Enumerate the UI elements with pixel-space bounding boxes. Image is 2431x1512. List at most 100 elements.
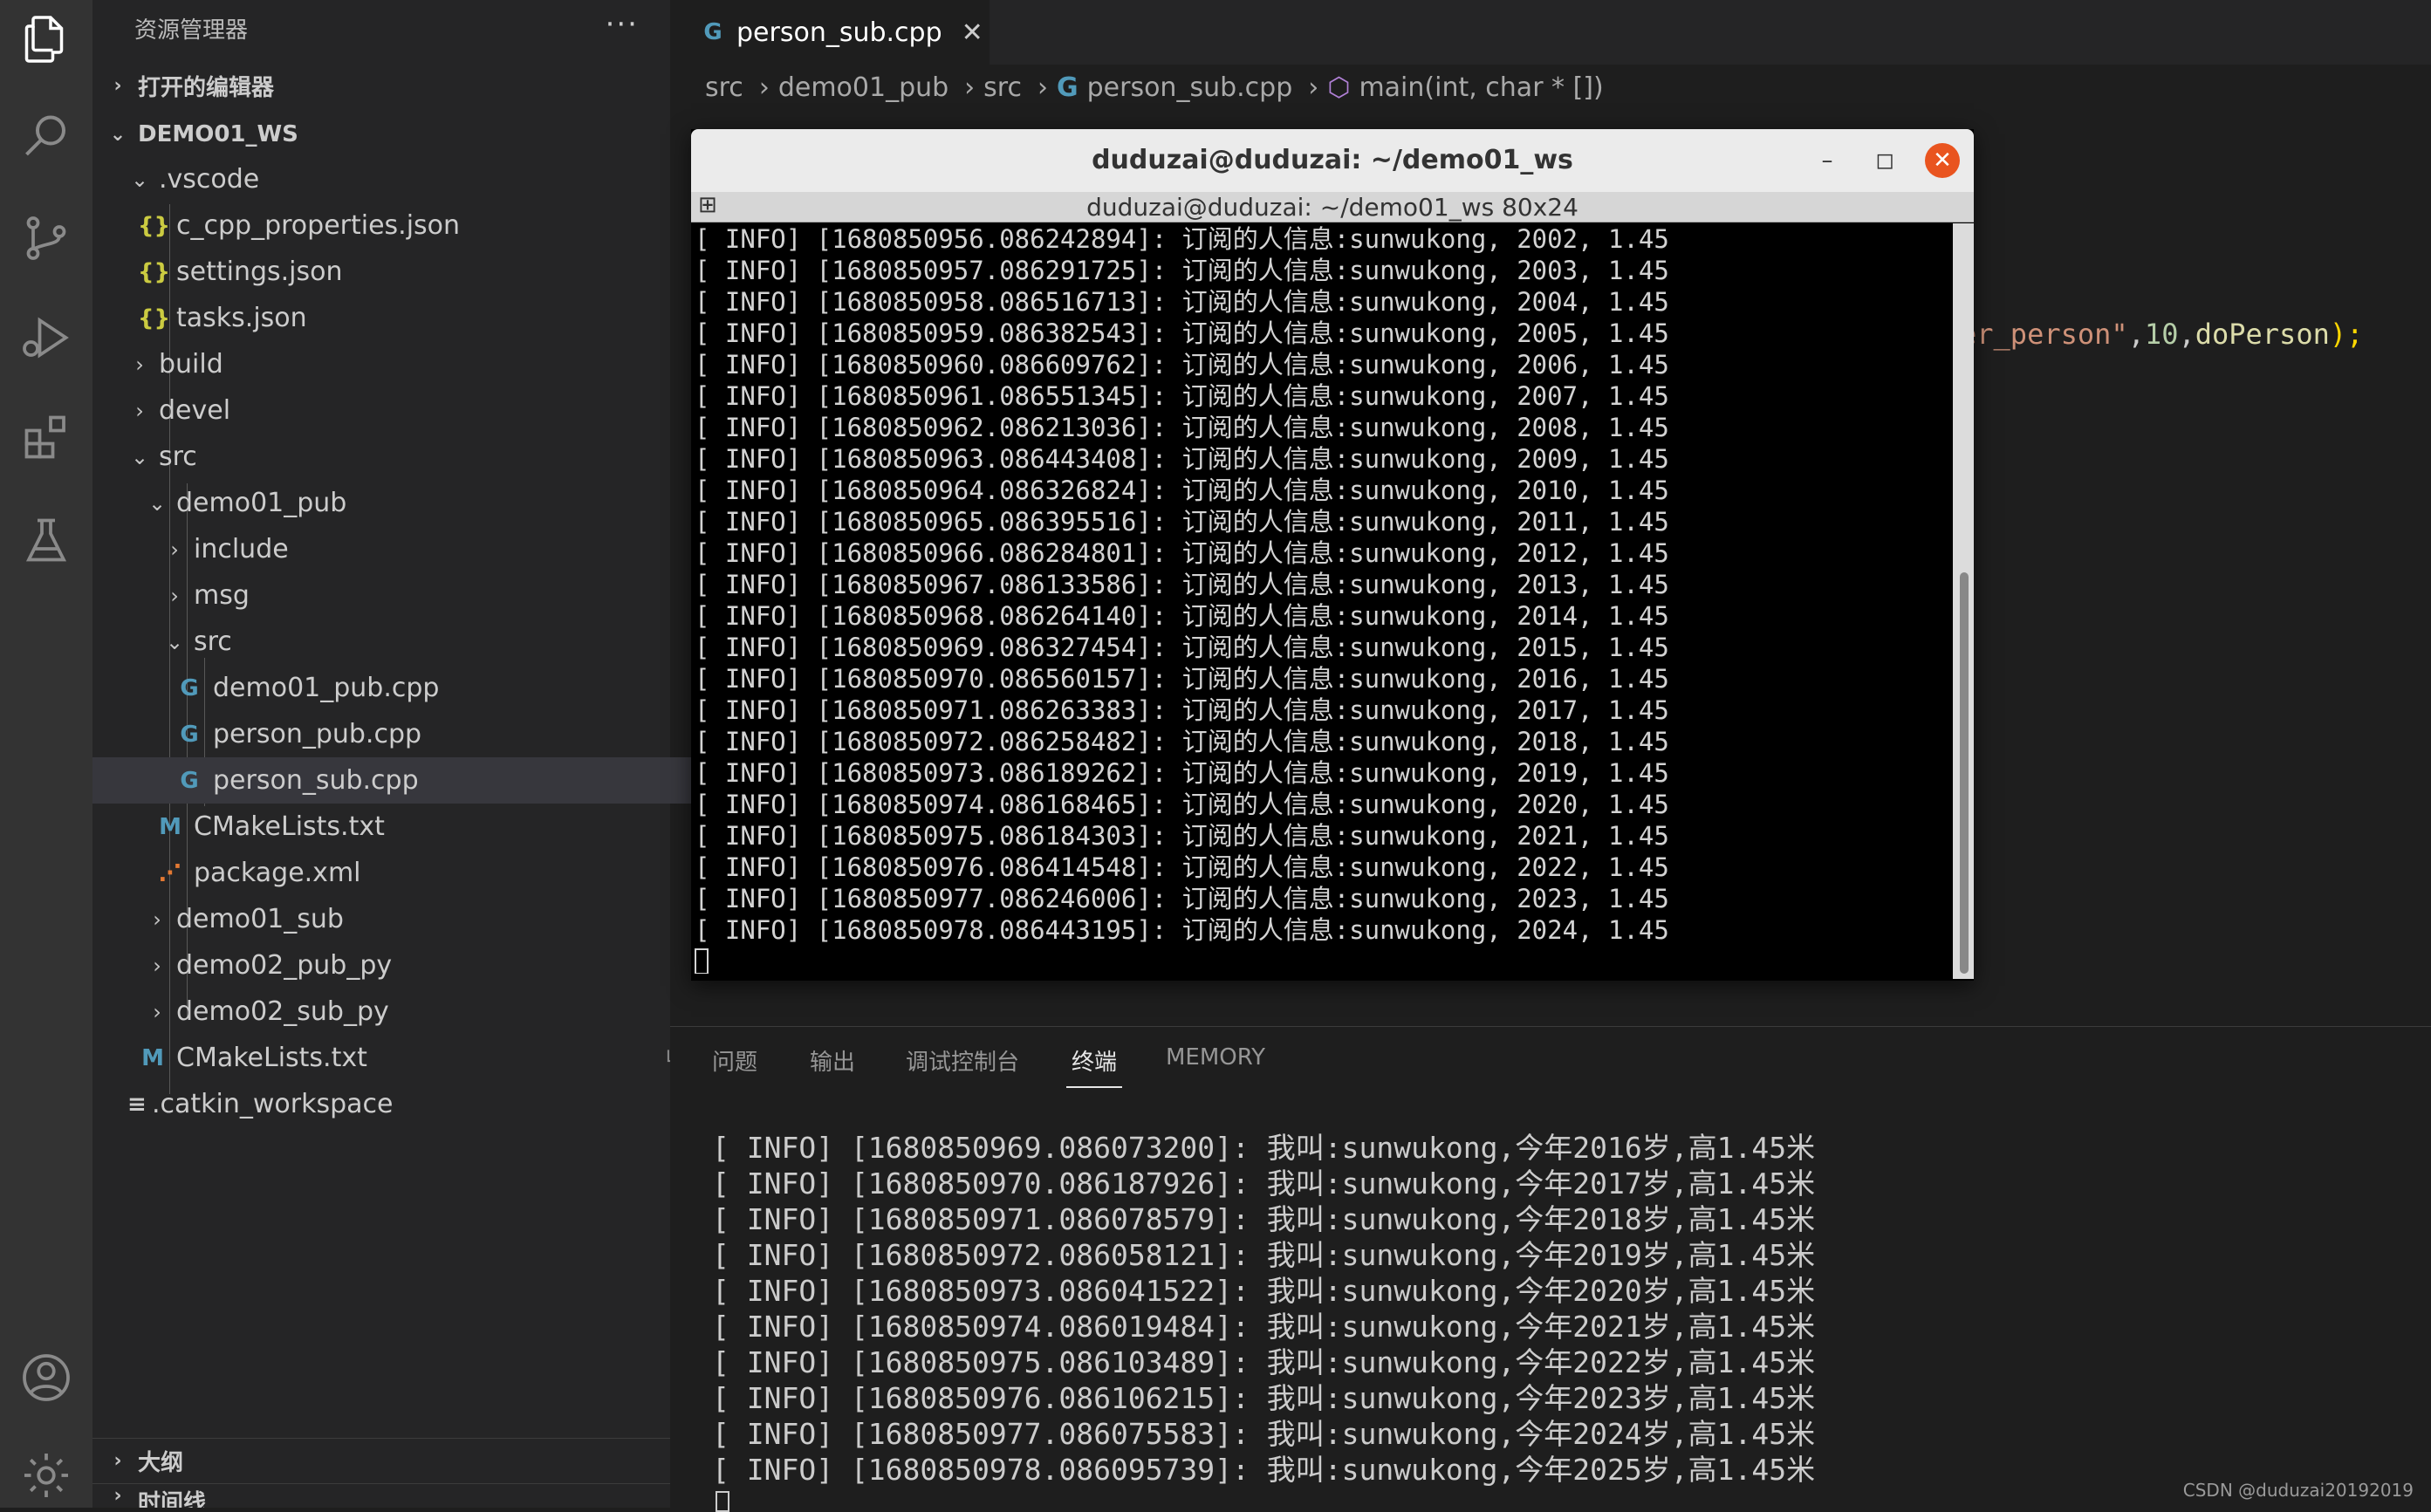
tree-file-package-xml[interactable]: ⋰ package.xml xyxy=(92,850,733,896)
terminal-line: [ INFO] [1680850957.086291725]: 订阅的人信息:s… xyxy=(695,256,1669,285)
cpp-file-icon: G xyxy=(180,767,199,794)
breadcrumb-item[interactable]: main(int, char * []) xyxy=(1359,72,1603,103)
code-punct: ); xyxy=(2329,318,2364,351)
chevron-down-icon: ⌄ xyxy=(147,490,167,516)
maximize-button[interactable]: ◻ xyxy=(1867,143,1902,178)
close-icon[interactable]: ✕ xyxy=(962,17,983,48)
tree-folder-demo01-sub[interactable]: › demo01_sub xyxy=(92,896,722,942)
chevron-right-icon: › xyxy=(113,74,122,97)
cmake-file-icon: M xyxy=(159,813,181,840)
tree-file-tasks[interactable]: {} tasks.json xyxy=(92,295,716,341)
settings-gear-icon[interactable] xyxy=(16,1445,77,1506)
tree-folder-src-inner[interactable]: ⌄ src xyxy=(92,619,740,665)
tree-file-cmakelists-src[interactable]: M CMakeLists.txt ↳ xyxy=(92,1035,716,1081)
tree-folder-devel[interactable]: › devel xyxy=(92,387,705,434)
open-editors-label: 打开的编辑器 xyxy=(138,74,275,101)
tree-file-demo01-pub-cpp[interactable]: G demo01_pub.cpp xyxy=(92,665,752,711)
search-icon[interactable] xyxy=(16,106,77,168)
terminal-line: [ INFO] [1680850968.086264140]: 订阅的人信息:s… xyxy=(695,601,1669,631)
tree-folder-demo02-pub-py[interactable]: › demo02_pub_py xyxy=(92,942,722,989)
minimize-button[interactable]: – xyxy=(1810,143,1845,178)
chevron-right-icon: › xyxy=(170,583,179,608)
tab-person-sub-cpp[interactable]: G person_sub.cpp ✕ xyxy=(670,0,990,65)
tree-item-label: CMakeLists.txt xyxy=(176,1043,367,1073)
chevron-right-icon: › xyxy=(113,1485,122,1507)
panel-terminal-line: [ INFO] [1680850975.086103489]: 我叫:sunwu… xyxy=(712,1345,1816,1379)
panel-terminal-line: [ INFO] [1680850978.086095739]: 我叫:sunwu… xyxy=(712,1453,1816,1487)
testing-icon[interactable] xyxy=(16,510,77,571)
extensions-icon[interactable] xyxy=(16,407,77,468)
terminal-line: [ INFO] [1680850963.086443408]: 订阅的人信息:s… xyxy=(695,444,1669,474)
run-debug-icon[interactable] xyxy=(16,307,77,368)
account-icon[interactable] xyxy=(16,1347,77,1408)
tree-folder-msg[interactable]: › msg xyxy=(92,572,740,619)
tab-terminal[interactable]: 终端 xyxy=(1072,1044,1117,1077)
tree-folder-demo01-pub[interactable]: ⌄ demo01_pub xyxy=(92,480,722,526)
tab-problems[interactable]: 问题 xyxy=(712,1044,757,1077)
tree-file-person-sub-cpp[interactable]: G person_sub.cpp xyxy=(92,757,752,804)
explorer-sidebar: 资源管理器 ··· › 打开的编辑器 ⌄ DEMO01_WS ⌄ .vscode… xyxy=(92,0,752,1508)
breadcrumb-item[interactable]: src xyxy=(983,72,1022,103)
tree-folder-build[interactable]: › build xyxy=(92,341,705,387)
source-control-icon[interactable] xyxy=(16,208,77,269)
chevron-right-icon: › xyxy=(758,72,770,103)
timeline-section[interactable]: › 时间线 xyxy=(92,1485,670,1508)
terminal-titlebar[interactable]: duduzai@duduzai: ~/demo01_ws – ◻ ✕ xyxy=(691,129,1974,192)
tree-file-cmakelists-pkg[interactable]: M CMakeLists.txt xyxy=(92,804,733,850)
workspace-section[interactable]: ⌄ DEMO01_WS xyxy=(92,112,670,157)
terminal-line: [ INFO] [1680850977.086246006]: 订阅的人信息:s… xyxy=(695,884,1669,913)
timeline-label: 时间线 xyxy=(138,1490,207,1508)
terminal-line: [ INFO] [1680850966.086284801]: 订阅的人信息:s… xyxy=(695,538,1669,568)
terminal-line: [ INFO] [1680850974.086168465]: 订阅的人信息:s… xyxy=(695,790,1669,819)
tree-item-label: .catkin_workspace xyxy=(152,1089,394,1119)
cpp-file-icon: G xyxy=(180,674,199,701)
terminal-line: [ INFO] [1680850967.086133586]: 订阅的人信息:s… xyxy=(695,570,1669,599)
tree-item-label: demo01_pub xyxy=(176,488,347,518)
explorer-icon[interactable] xyxy=(16,9,77,70)
panel-terminal-line: [ INFO] [1680850976.086106215]: 我叫:sunwu… xyxy=(712,1381,1816,1415)
tab-output[interactable]: 输出 xyxy=(810,1044,855,1077)
cpp-file-icon: G xyxy=(703,19,722,45)
terminal-output[interactable]: [ INFO] [1680850956.086242894]: 订阅的人信息:s… xyxy=(695,223,1951,974)
chevron-right-icon: › xyxy=(170,537,179,562)
tab-label: person_sub.cpp xyxy=(736,17,942,48)
close-window-button[interactable]: ✕ xyxy=(1925,143,1960,178)
open-editors-section[interactable]: › 打开的编辑器 xyxy=(92,63,670,108)
panel-terminal-line: [ INFO] [1680850972.086058121]: 我叫:sunwu… xyxy=(712,1238,1816,1272)
tab-memory[interactable]: MEMORY xyxy=(1166,1044,1265,1071)
tree-folder-vscode[interactable]: ⌄ .vscode xyxy=(92,156,705,202)
integrated-terminal-output[interactable]: [ INFO] [1680850969.086073200]: 我叫:sunwu… xyxy=(712,1130,1815,1488)
terminal-window[interactable]: duduzai@duduzai: ~/demo01_ws – ◻ ✕ ⊞ dud… xyxy=(691,129,1974,981)
code-line-fragment: er_person",10,doPerson); xyxy=(1960,318,2363,351)
chevron-right-icon: › xyxy=(153,953,161,978)
breadcrumb-item[interactable]: src xyxy=(705,72,743,103)
editor-tab-bar: G person_sub.cpp ✕ xyxy=(670,0,2431,65)
more-actions-button[interactable]: ··· xyxy=(606,7,639,42)
breadcrumb-item[interactable]: person_sub.cpp xyxy=(1087,72,1293,103)
terminal-line: [ INFO] [1680850961.086551345]: 订阅的人信息:s… xyxy=(695,381,1669,411)
terminal-line: [ INFO] [1680850972.086258482]: 订阅的人信息:s… xyxy=(695,727,1669,756)
tree-file-c-cpp-properties[interactable]: {} c_cpp_properties.json xyxy=(92,202,716,249)
chevron-right-icon: › xyxy=(113,1449,122,1472)
method-cube-icon: ⬡ xyxy=(1327,72,1351,103)
cmake-file-icon: M xyxy=(141,1044,164,1071)
tab-debug-console[interactable]: 调试控制台 xyxy=(906,1044,1019,1077)
tree-folder-include[interactable]: › include xyxy=(92,526,740,572)
tree-folder-src[interactable]: ⌄ src xyxy=(92,434,705,480)
tree-item-label: build xyxy=(159,349,223,380)
breadcrumb-item[interactable]: demo01_pub xyxy=(778,72,948,103)
terminal-scrollbar-thumb[interactable] xyxy=(1960,572,1969,974)
tree-item-label: devel xyxy=(159,395,231,426)
watermark: CSDN @duduzai20192019 xyxy=(2182,1480,2414,1501)
tree-item-label: .vscode xyxy=(159,164,260,195)
tree-file-settings[interactable]: {} settings.json xyxy=(92,249,716,295)
tree-folder-demo02-sub-py[interactable]: › demo02_sub_py xyxy=(92,989,722,1035)
chevron-down-icon: ⌄ xyxy=(130,167,149,192)
tree-file-person-pub-cpp[interactable]: G person_pub.cpp xyxy=(92,711,752,757)
terminal-line: [ INFO] [1680850976.086414548]: 订阅的人信息:s… xyxy=(695,852,1669,882)
panel-terminal-line: [ INFO] [1680850974.086019484]: 我叫:sunwu… xyxy=(712,1310,1816,1344)
tree-item-label: include xyxy=(194,534,289,564)
tree-file-catkin-workspace[interactable]: ≡ .catkin_workspace xyxy=(92,1081,705,1127)
chevron-right-icon: › xyxy=(1037,72,1048,103)
outline-section[interactable]: › 大纲 xyxy=(92,1438,670,1483)
